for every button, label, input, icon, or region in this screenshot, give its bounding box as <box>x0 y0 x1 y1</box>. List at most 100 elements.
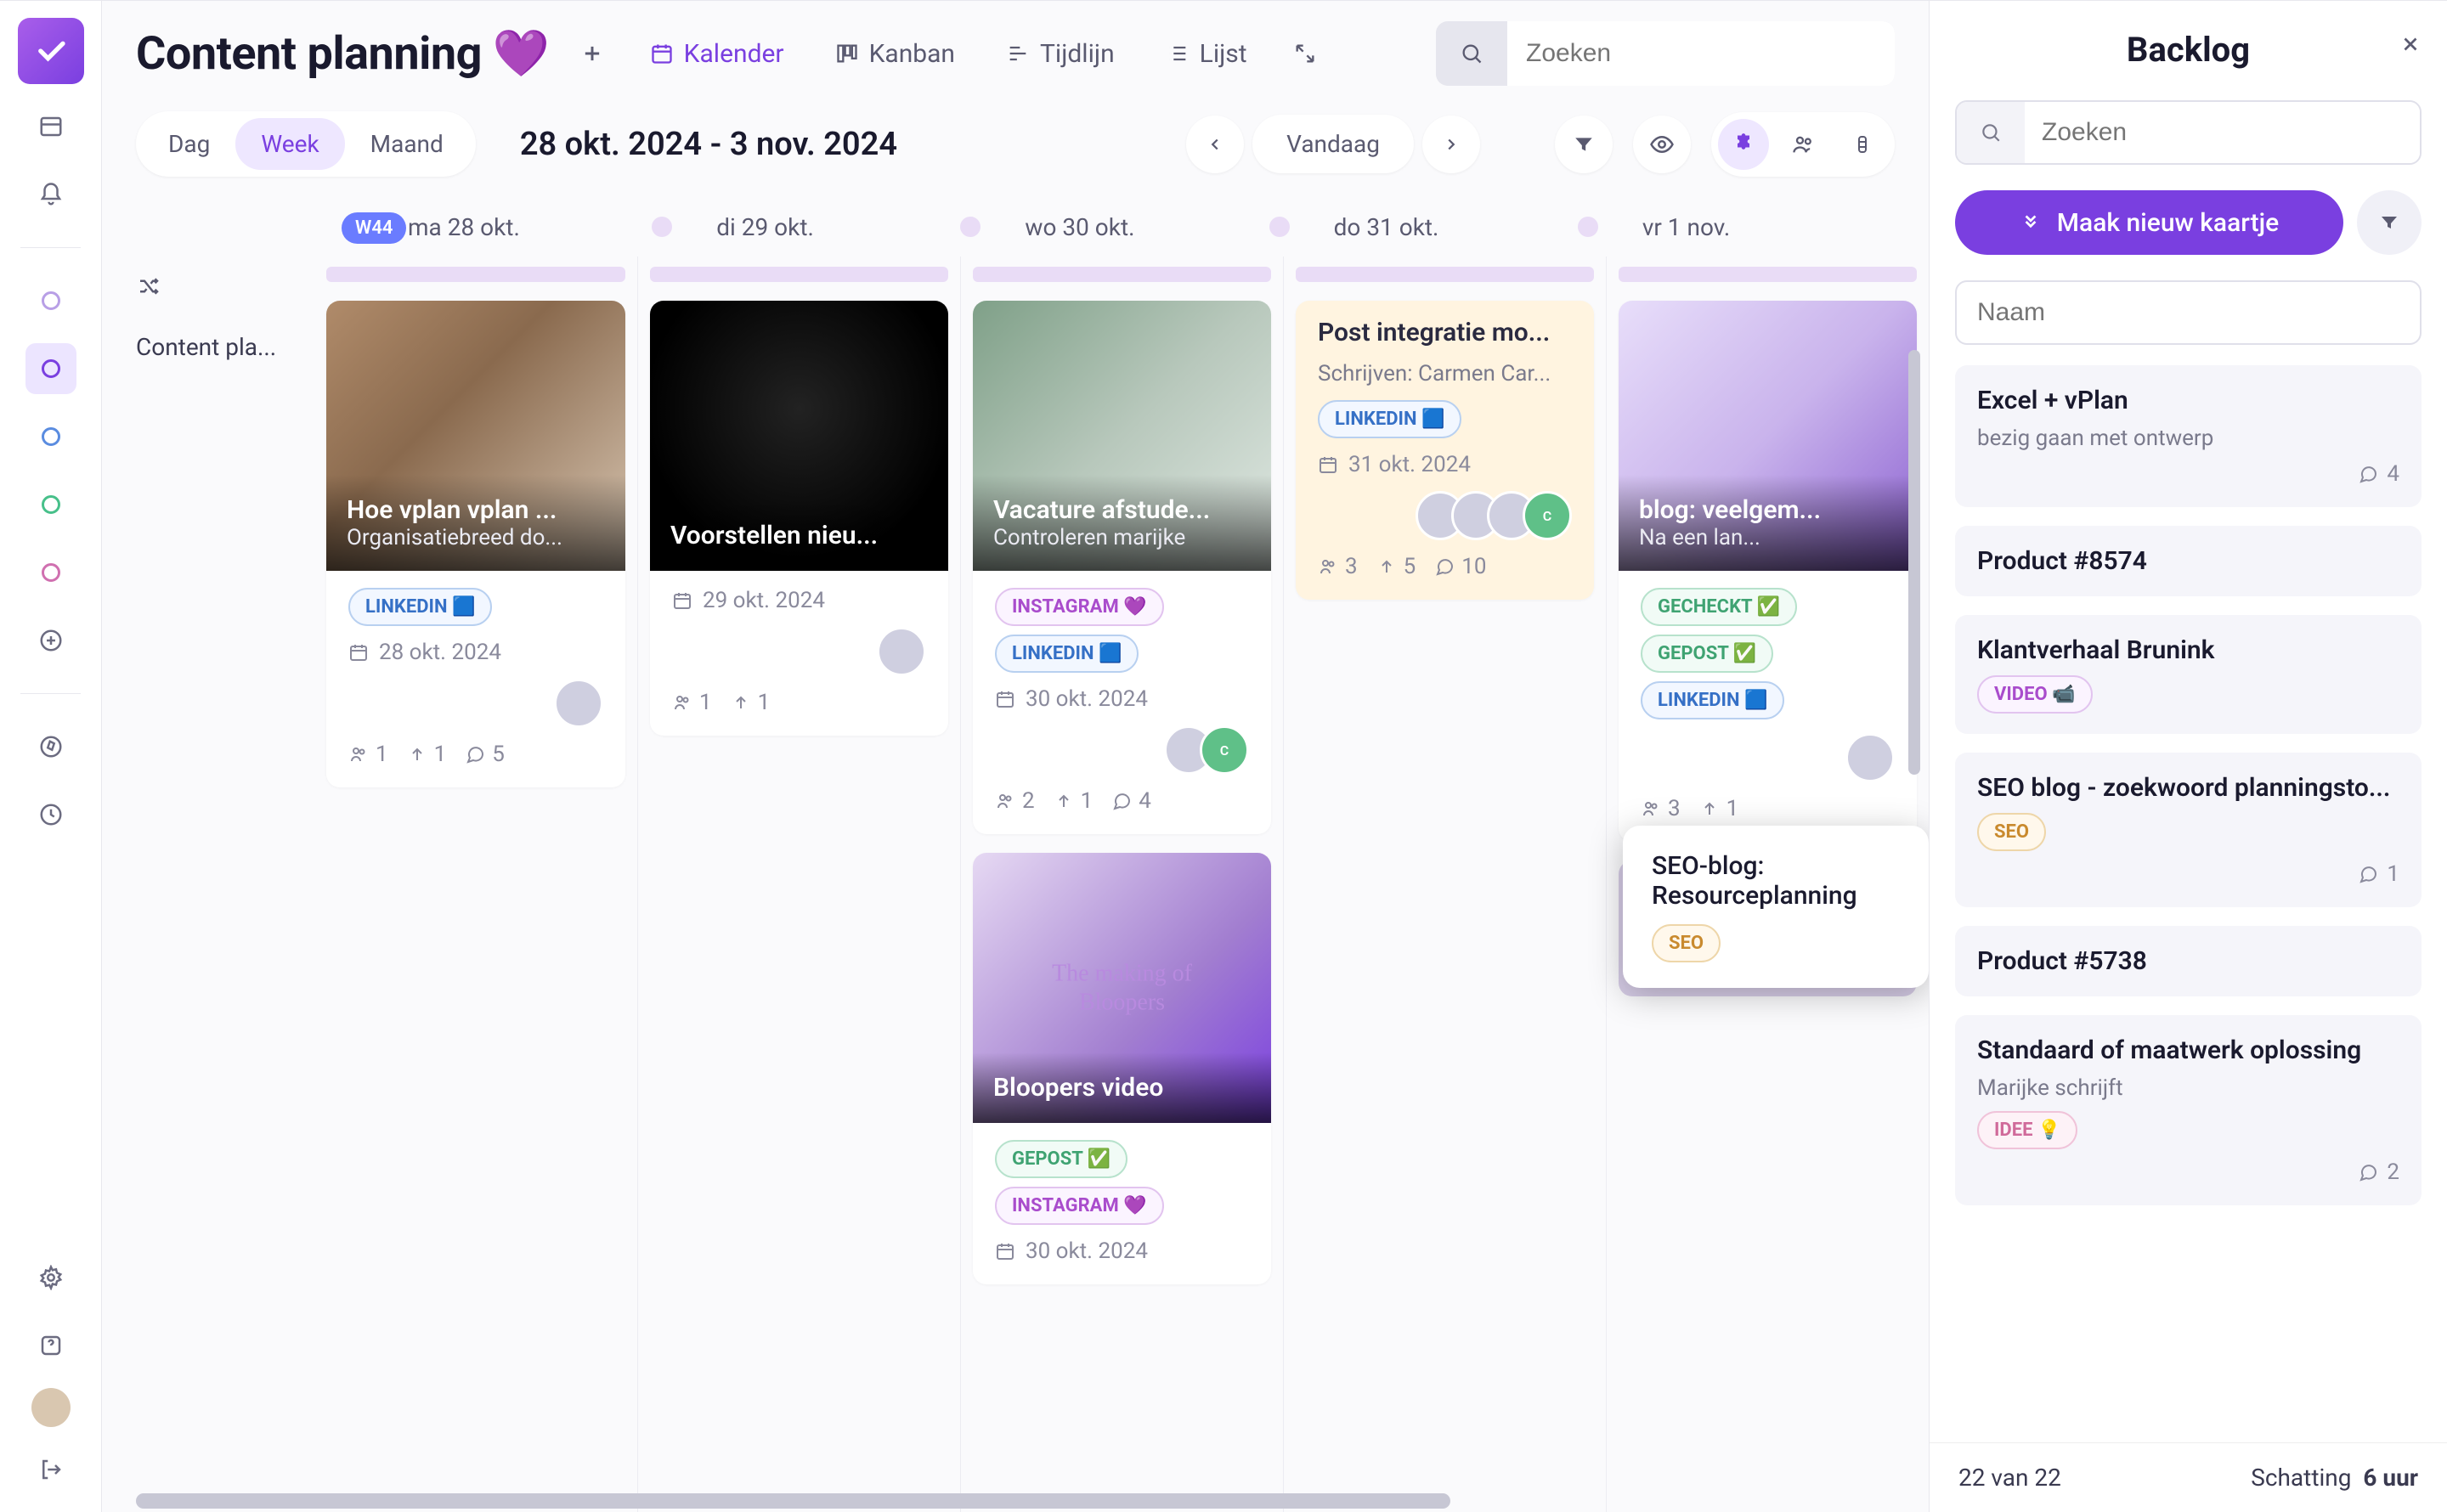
hover-tooltip: SEO-blog: Resourceplanning SEO <box>1623 826 1929 988</box>
card-date: 30 okt. 2024 <box>995 1238 1249 1264</box>
comments-stat: 4 <box>1111 788 1151 814</box>
card-image: Vacature afstude...Controleren marijke <box>973 301 1271 571</box>
bell-icon[interactable] <box>25 169 76 220</box>
day-2: wo 30 okt. <box>1025 213 1134 241</box>
prev-icon[interactable] <box>1186 116 1244 173</box>
day-column: Vacature afstude...Controleren marijke IN… <box>960 257 1283 1512</box>
resource-icon[interactable] <box>1837 119 1888 170</box>
backlog-filter-icon[interactable] <box>2357 190 2422 255</box>
logout-icon[interactable] <box>25 1444 76 1495</box>
backlog-card[interactable]: Product #8574 <box>1955 526 2422 596</box>
settings-icon[interactable] <box>25 1252 76 1303</box>
add-icon[interactable] <box>570 31 614 76</box>
card[interactable]: Voorstellen nieu...29 okt. 202411 <box>650 301 948 736</box>
card-image: blog: veelgem...Na een lan... <box>1619 301 1917 571</box>
avatar-stack: C <box>1164 725 1249 775</box>
new-card-button[interactable]: Maak nieuw kaartje <box>1955 190 2343 255</box>
seg-dag[interactable]: Dag <box>143 118 235 170</box>
card-image: Hoe vplan vplan ...Organisatiebreed do..… <box>326 301 625 571</box>
card-date: 30 okt. 2024 <box>995 686 1249 712</box>
backlog-card-title: Product #8574 <box>1977 546 2399 576</box>
users-stat: 1 <box>348 742 388 767</box>
week-badge: W44 <box>342 212 406 244</box>
upload-stat: 1 <box>1054 788 1094 814</box>
user-avatar[interactable] <box>31 1388 71 1427</box>
expand-icon[interactable] <box>1283 31 1327 76</box>
card[interactable]: Hoe vplan vplan ...Organisatiebreed do..… <box>326 301 625 787</box>
boards-icon[interactable] <box>25 101 76 152</box>
eye-icon[interactable] <box>1633 116 1691 173</box>
search-icon[interactable] <box>1957 102 2025 163</box>
col-capacity-bar <box>326 267 625 282</box>
filter-icon[interactable] <box>1555 116 1613 173</box>
board-side: Content pla... <box>136 197 314 1512</box>
backlog-search <box>1955 100 2422 165</box>
col-capacity-bar <box>973 267 1271 282</box>
backlog-card[interactable]: Standaard of maatwerk oplossing Marijke s… <box>1955 1015 2422 1205</box>
logo[interactable] <box>18 18 84 84</box>
vertical-scrollbar[interactable] <box>1908 350 1920 775</box>
upload-stat: 1 <box>407 742 447 767</box>
name-input[interactable] <box>1957 282 2420 343</box>
people-icon[interactable] <box>1777 119 1828 170</box>
tab-kalender-label: Kalender <box>684 39 784 69</box>
backlog-card[interactable]: Product #5738 <box>1955 926 2422 996</box>
tab-kanban[interactable]: Kanban <box>820 29 970 79</box>
shuffle-icon[interactable] <box>136 274 187 299</box>
upload-stat: 5 <box>1376 554 1416 579</box>
day-dot <box>1269 217 1290 237</box>
close-icon[interactable] <box>2399 33 2422 55</box>
tag-linkedin: LINKEDIN 🟦 <box>1318 400 1461 438</box>
backlog-search-input[interactable] <box>2025 102 2420 163</box>
backlog-card[interactable]: Klantverhaal BruninkVIDEO 📹 <box>1955 615 2422 734</box>
card-subtitle: Organisatiebreed do... <box>347 525 605 550</box>
card[interactable]: blog: veelgem...Na een lan...GECHECKT ✅G… <box>1619 301 1917 842</box>
add-circle-icon[interactable] <box>25 615 76 666</box>
avatar: C <box>1523 491 1572 540</box>
backlog-card-title: Standaard of maatwerk oplossing <box>1977 1035 2399 1065</box>
circle-2-active[interactable] <box>25 343 76 394</box>
tag-instagram: INSTAGRAM 💜 <box>995 588 1164 626</box>
seg-maand[interactable]: Maand <box>345 118 469 170</box>
backlog-card-sub: Marijke schrijft <box>1977 1075 2399 1101</box>
backlog-card[interactable]: Excel + vPlanbezig gaan met ontwerp4 <box>1955 365 2422 507</box>
tab-lijst-label: Lijst <box>1200 39 1247 69</box>
help-icon[interactable] <box>25 1320 76 1371</box>
puzzle-icon[interactable] <box>1718 119 1769 170</box>
tab-kanban-label: Kanban <box>869 39 955 69</box>
card[interactable]: Vacature afstude...Controleren marijke IN… <box>973 301 1271 834</box>
comments-stat: 10 <box>1434 554 1486 579</box>
card-title: Bloopers video <box>993 1073 1251 1103</box>
circle-1[interactable] <box>25 275 76 326</box>
seg-week[interactable]: Week <box>235 118 344 170</box>
avatar <box>877 627 926 676</box>
search-icon[interactable] <box>1436 21 1507 86</box>
circle-5[interactable] <box>25 547 76 598</box>
search-box <box>1436 21 1895 86</box>
day-3: do 31 okt. <box>1334 213 1439 241</box>
tab-tijdlijn-label: Tijdlijn <box>1040 39 1115 69</box>
backlog-card-sub: bezig gaan met ontwerp <box>1977 426 2399 451</box>
upload-stat: 1 <box>731 690 771 715</box>
horizontal-scrollbar[interactable] <box>136 1493 1450 1509</box>
toolbar: Dag Week Maand 28 okt. 2024 - 3 nov. 202… <box>102 103 1929 197</box>
next-icon[interactable] <box>1422 116 1480 173</box>
clock-icon[interactable] <box>25 789 76 840</box>
circle-4[interactable] <box>25 479 76 530</box>
day-4: vr 1 nov. <box>1642 213 1730 241</box>
card-subtitle: Na een lan... <box>1639 525 1896 550</box>
tag-linkedin: LINKEDIN 🟦 <box>348 588 492 626</box>
backlog-card[interactable]: SEO blog - zoekwoord planningsto...SEO1 <box>1955 753 2422 907</box>
card[interactable]: The making ofBloopersBloopers videoGEPOS… <box>973 853 1271 1284</box>
circle-3[interactable] <box>25 411 76 462</box>
search-input[interactable] <box>1507 21 1895 86</box>
compass-icon[interactable] <box>25 721 76 772</box>
today-button[interactable]: Vandaag <box>1252 115 1414 173</box>
card[interactable]: Post integratie mo...Schrijven: Carmen C… <box>1296 301 1594 600</box>
tab-tijdlijn[interactable]: Tijdlijn <box>991 29 1130 79</box>
tab-lijst[interactable]: Lijst <box>1150 29 1263 79</box>
tab-kalender[interactable]: Kalender <box>635 29 800 79</box>
card-title: Voorstellen nieu... <box>670 521 928 550</box>
col-capacity-bar <box>650 267 948 282</box>
tag-idee: IDEE 💡 <box>1977 1111 2077 1149</box>
